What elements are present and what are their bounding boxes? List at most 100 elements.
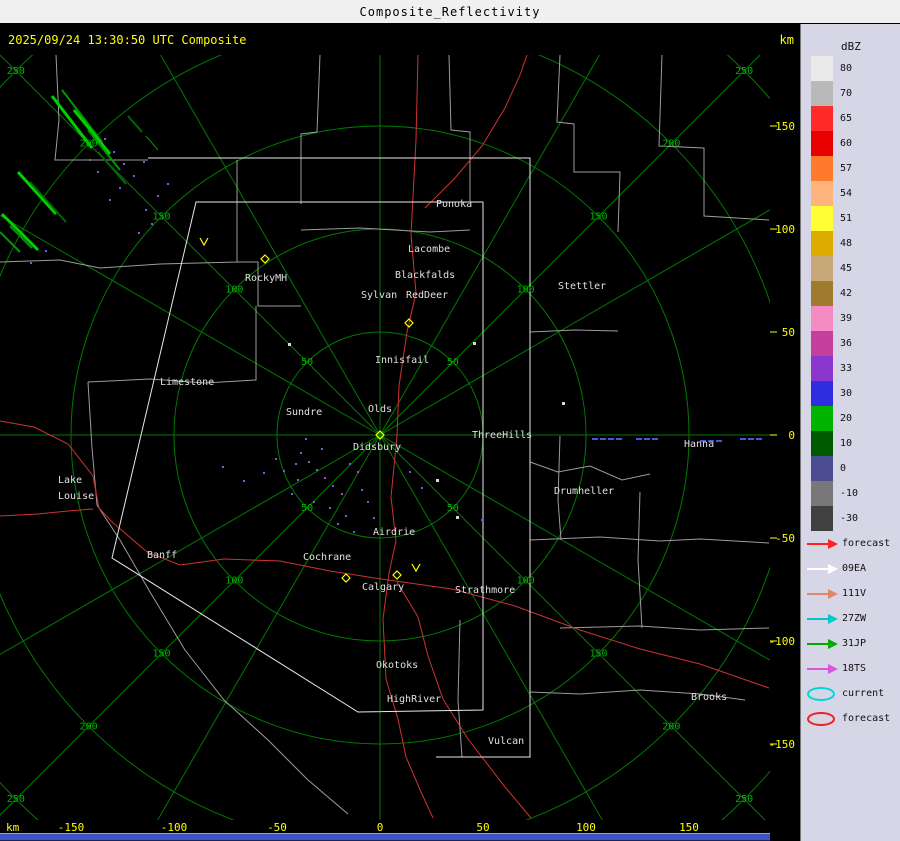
dbz-swatch-70	[811, 81, 833, 106]
range-ring-label: 50	[301, 503, 313, 514]
dbz-value-label: 80	[840, 63, 853, 74]
dbz-value-label: 51	[840, 213, 853, 224]
precip-speckle	[421, 487, 423, 489]
x-axis-tick-label: 50	[476, 821, 489, 833]
precip-speckle	[119, 187, 121, 189]
arrow-icon-111V	[807, 588, 838, 599]
dbz-value-label: 30	[840, 388, 853, 399]
y-axis-tick-label: 0	[788, 429, 795, 442]
dbz-value-label: 57	[840, 163, 853, 174]
precip-speckle	[313, 501, 315, 503]
dbz-value-label: 36	[840, 338, 853, 349]
city-label: Louise	[58, 491, 94, 502]
precip-speckle	[357, 471, 359, 473]
precip-echo-streak	[29, 181, 67, 223]
precip-speckle	[321, 448, 323, 450]
arrow-icon-forecast	[807, 538, 838, 549]
municipal-boundary	[300, 55, 321, 204]
precip-speckle	[89, 159, 91, 161]
dbz-value-label: 33	[840, 363, 853, 374]
azimuth-spoke	[0, 434, 381, 655]
city-label: Airdrie	[373, 527, 415, 538]
echo-dash	[716, 440, 722, 442]
city-label: Sundre	[286, 407, 322, 418]
precip-speckle	[104, 138, 106, 140]
range-ring-label: 200	[662, 139, 680, 150]
range-ring-label: 50	[447, 357, 459, 368]
legend-label: 31JP	[842, 638, 867, 649]
city-label: Brooks	[691, 692, 727, 703]
city-label: Cochrane	[303, 552, 351, 563]
precip-speckle	[308, 461, 310, 463]
echo-dash	[600, 438, 606, 440]
precip-speckle	[283, 470, 285, 472]
precip-speckle	[123, 163, 125, 165]
station-dot	[456, 516, 459, 519]
range-ring-label: 150	[589, 212, 607, 223]
x-axis-tick-label: -50	[267, 821, 287, 833]
right-axis-unit: km	[779, 32, 794, 47]
x-axis-unit: km	[6, 821, 20, 833]
city-label: Okotoks	[376, 660, 418, 671]
precip-speckle	[373, 517, 375, 519]
ellipse-icon-forecast	[807, 711, 835, 726]
station-dot	[288, 343, 291, 346]
dbz-swatch-57	[811, 156, 833, 181]
echo-dash	[756, 438, 762, 440]
city-label: Innisfail	[375, 355, 429, 366]
x-axis-tick-label: -150	[58, 821, 85, 833]
dbz-scale-row: -10	[801, 481, 900, 506]
legend-label: 18TS	[842, 663, 867, 674]
precip-speckle	[481, 519, 483, 521]
horizontal-scrollbar[interactable]	[0, 833, 770, 841]
precip-speckle	[409, 471, 411, 473]
dbz-value-label: 45	[840, 263, 853, 274]
station-dot	[473, 342, 476, 345]
range-ring-label: 250	[7, 66, 25, 77]
legend-row-18TS-5: 18TS	[801, 656, 900, 681]
timestamp-label: 2025/09/24 13:30:50 UTC Composite	[8, 32, 247, 47]
dbz-scale-row: 80	[801, 56, 900, 81]
precip-echo-streak	[97, 151, 127, 185]
city-label: ThreeHills	[472, 430, 532, 441]
echo-dash	[652, 438, 658, 440]
precip-speckle	[145, 209, 147, 211]
precip-speckle	[349, 463, 351, 465]
municipal-boundary	[559, 625, 770, 631]
y-axis-tick-label: 100	[775, 223, 795, 236]
echo-dash	[748, 438, 754, 440]
station-dot	[436, 479, 439, 482]
legend-row-31JP-4: 31JP	[801, 631, 900, 656]
legend-row-111V-2: 111V	[801, 581, 900, 606]
dbz-value-label: 54	[840, 188, 853, 199]
app-window: 2025/09/24 13:30:50 UTC Composite km 50 5…	[0, 24, 900, 841]
dbz-swatch-42	[811, 281, 833, 306]
precip-echo-streak	[145, 135, 159, 151]
legend-label: forecast	[842, 713, 891, 724]
azimuth-spoke	[0, 215, 381, 436]
dbz-value-label: 48	[840, 238, 853, 249]
dbz-swatch--10	[811, 481, 833, 506]
arrow-icon-09EA	[807, 563, 838, 574]
dbz-scale-row: 30	[801, 381, 900, 406]
precip-speckle	[143, 161, 145, 163]
echo-dash	[608, 438, 614, 440]
dbz-swatch-39	[811, 306, 833, 331]
radar-display-canvas[interactable]: 50 50 50 50 100 100 100 100 150 150 150 150 200 200 20…	[0, 55, 800, 833]
dbz-scale-row: 0	[801, 456, 900, 481]
dbz-value-label: 39	[840, 313, 853, 324]
city-label: Limestone	[160, 377, 214, 388]
precip-speckle	[138, 232, 140, 234]
echo-dash	[740, 438, 746, 440]
range-ring-label: 250	[735, 66, 753, 77]
y-axis-tick-label: -150	[769, 738, 796, 751]
precip-speckle	[275, 458, 277, 460]
dbz-value-label: 10	[840, 438, 853, 449]
range-ring-label: 250	[7, 794, 25, 805]
dbz-swatch-20	[811, 406, 833, 431]
precip-speckle	[167, 183, 169, 185]
precip-speckle	[329, 507, 331, 509]
legend-panel: dBZ 80 70 65 60 57 54 51 48 45 42 39 36 33 30 20 10 0 -10…	[800, 24, 900, 841]
precip-speckle	[332, 485, 334, 487]
dbz-color-scale: 80 70 65 60 57 54 51 48 45 42 39 36 33 30 20 10 0 -10 -30	[801, 56, 900, 531]
